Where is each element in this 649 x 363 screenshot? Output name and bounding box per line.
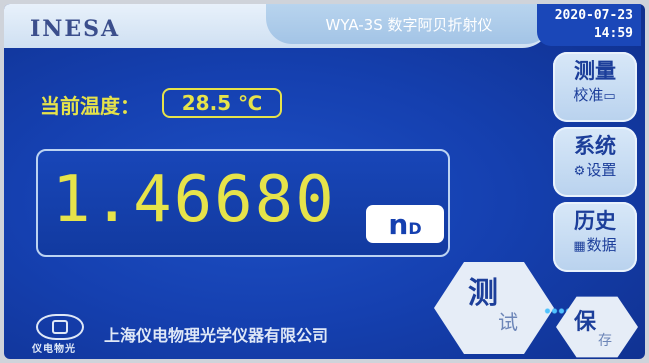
system-button-title: 系统 [574,134,616,158]
save-button-char1: 保 [574,310,597,335]
history-button-title: 历史 [574,209,616,233]
grid-icon: ▦ [573,239,586,254]
date-text: 2020-07-23 [554,8,633,23]
refractive-index-panel: 1.46680 nD [36,149,450,257]
save-button[interactable]: 保 存 [556,296,638,358]
unit-main: n [388,207,409,241]
measure-button-title: 测量 [574,59,616,83]
measure-calibrate-button[interactable]: 测量 校准▭ [553,52,637,122]
system-button-subtitle: 设置 [586,161,617,179]
refractive-index-value: 1.46680 [52,163,336,237]
gear-icon: ⚙ [573,164,586,179]
test-button[interactable]: 测 试 [434,262,554,354]
model-title: WYA-3S 数字阿贝折射仪 [266,4,552,44]
company-logo: 仪电物光 [32,312,86,355]
company-name: 上海仪电物理光学仪器有限公司 [104,326,329,345]
time-text: 14:59 [593,26,633,41]
history-button-subtitle: 数据 [586,236,617,254]
header-bar: INESA WYA-3S 数字阿贝折射仪 [4,4,552,48]
system-settings-button[interactable]: 系统 ⚙设置 [553,127,637,197]
instrument-screen: INESA WYA-3S 数字阿贝折射仪 2020-07-23 14:59 当前… [4,4,645,359]
unit-nd-badge: nD [366,205,444,243]
monitor-icon: ▭ [603,89,616,104]
test-button-char2: 试 [498,310,518,334]
test-button-char1: 测 [468,276,498,311]
history-data-button[interactable]: 历史 ▦数据 [553,202,637,272]
datetime-display: 2020-07-23 14:59 [537,4,641,46]
brand-logo: INESA [30,16,121,42]
unit-sub: D [408,218,422,238]
company-logo-mark [36,314,84,340]
save-button-char2: 存 [598,333,612,349]
temperature-value: 28.5 ℃ [162,88,282,118]
temperature-label: 当前温度： [40,94,140,118]
company-logo-text: 仪电物光 [32,344,76,355]
measure-button-subtitle: 校准 [573,86,604,104]
